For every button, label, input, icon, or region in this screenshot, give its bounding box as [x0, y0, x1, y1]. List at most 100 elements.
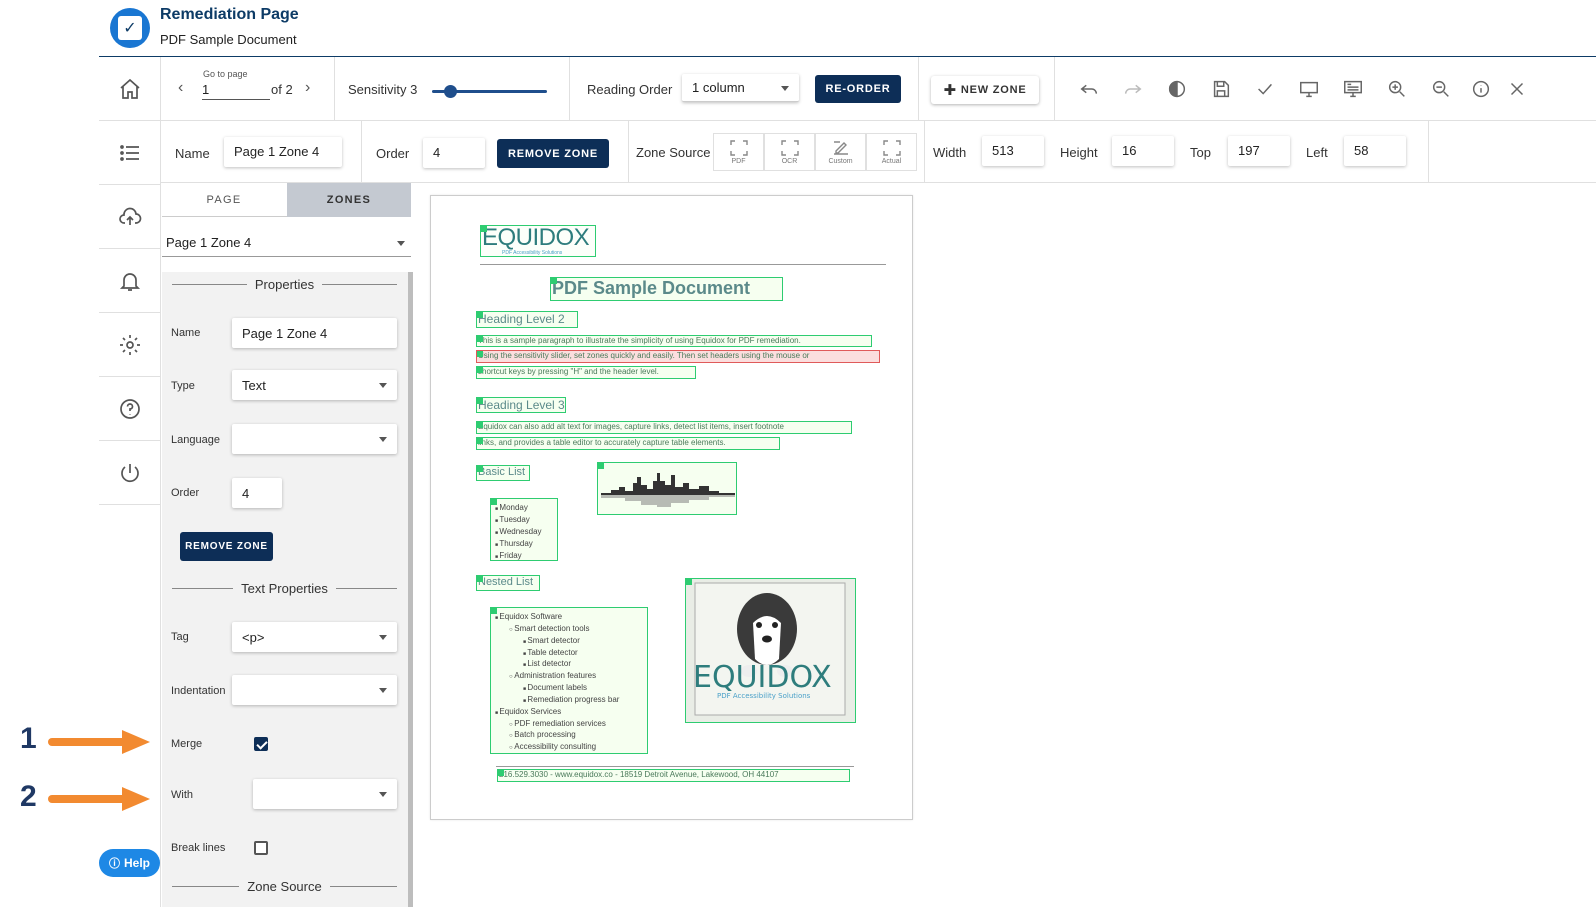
toolbar-divider	[569, 57, 570, 120]
redo-icon[interactable]	[1122, 78, 1144, 100]
left-input[interactable]: 58	[1344, 136, 1406, 166]
toolbar-divider	[1054, 57, 1055, 120]
toolbar-divider	[628, 121, 629, 182]
monitor-icon[interactable]	[1298, 78, 1320, 100]
panel-remove-zone-button[interactable]: REMOVE ZONE	[180, 532, 273, 561]
chevron-down-icon	[397, 240, 405, 246]
rail-notifications[interactable]	[99, 249, 161, 313]
zone-heading-2[interactable]: Heading Level 2	[476, 311, 578, 328]
zone-basic-list-heading[interactable]: Basic List	[476, 465, 530, 481]
zone-name-input[interactable]: Page 1 Zone 4	[224, 137, 342, 167]
zone-heading-3[interactable]: Heading Level 3	[476, 397, 566, 413]
rail-upload[interactable]	[99, 185, 161, 249]
rail-logout[interactable]	[99, 441, 161, 505]
list-item: Wednesday	[495, 526, 553, 538]
tab-zones[interactable]: ZONES	[287, 183, 411, 217]
list-item: Tuesday	[495, 514, 553, 526]
save-icon[interactable]	[1210, 78, 1232, 100]
panel-scrollbar[interactable]	[408, 272, 413, 907]
prop-with-label: With	[171, 789, 193, 801]
prop-type-select[interactable]: Text	[232, 370, 397, 400]
top-input[interactable]: 197	[1228, 136, 1290, 166]
zone-paragraph[interactable]: shortcut keys by pressing "H" and the he…	[476, 366, 696, 379]
gear-icon	[120, 334, 140, 355]
list-item: PDF remediation services	[495, 718, 643, 730]
source-ocr-button[interactable]: OCR	[764, 133, 815, 171]
source-actual-button[interactable]: Actual	[866, 133, 917, 171]
zone-paragraph[interactable]: This is a sample paragraph to illustrate…	[476, 335, 872, 347]
tab-page[interactable]: PAGE	[162, 183, 286, 217]
zoom-in-icon[interactable]	[1386, 78, 1408, 100]
height-input[interactable]: 16	[1112, 136, 1174, 166]
merge-checkbox[interactable]	[254, 737, 268, 751]
rail-help[interactable]	[99, 377, 161, 441]
zone-dog-image[interactable]: EQUIDOX PDF Accessibility Solutions	[685, 578, 856, 723]
list-item: List detector	[495, 658, 643, 670]
zone-logo[interactable]: EQUIDOX PDF Accessibility Solutions	[480, 225, 596, 257]
page-count: of 2	[271, 82, 293, 97]
prev-page-button[interactable]: ‹	[178, 79, 183, 97]
rail-settings[interactable]	[99, 313, 161, 377]
panel-tabs: PAGE ZONES	[162, 183, 411, 217]
info-icon[interactable]	[1470, 78, 1492, 100]
list-icon	[120, 144, 139, 161]
breaklines-checkbox[interactable]	[254, 841, 268, 855]
help-circle-icon	[120, 398, 140, 419]
sensitivity-slider-thumb[interactable]	[444, 85, 457, 98]
rail-home[interactable]	[99, 57, 161, 121]
zone-select[interactable]: Page 1 Zone 4	[162, 229, 411, 257]
left-label: Left	[1306, 145, 1328, 160]
go-to-page-label: Go to page	[203, 69, 248, 79]
zoom-out-icon[interactable]	[1430, 78, 1452, 100]
dog-image-tagline: PDF Accessibility Solutions	[717, 692, 811, 700]
reading-order-select[interactable]: 1 column	[682, 74, 799, 102]
zone-footer[interactable]: 216.529.3030 - www.equidox.co - 18519 De…	[497, 769, 850, 782]
scan-ocr-icon	[780, 139, 799, 156]
undo-icon[interactable]	[1078, 78, 1100, 100]
source-pdf-button[interactable]: PDF	[713, 133, 764, 171]
close-icon[interactable]	[1506, 78, 1528, 100]
preview-icon[interactable]	[1342, 78, 1364, 100]
next-page-button[interactable]: ›	[305, 79, 310, 97]
dog-image-logo-text: EQUIDOX	[693, 660, 832, 695]
top-label: Top	[1190, 145, 1211, 160]
text-properties-section-title: Text Properties	[172, 581, 398, 596]
zone-paragraph-selected[interactable]: Using the sensitivity slider, set zones …	[476, 350, 880, 363]
new-zone-button[interactable]: ✚ NEW ZONE	[931, 76, 1039, 104]
zone-title[interactable]: PDF Sample Document	[550, 277, 783, 301]
zone-order-input[interactable]: 4	[423, 138, 485, 168]
help-button[interactable]: ⓘ Help	[99, 849, 160, 877]
prop-order-input[interactable]: 4	[232, 478, 282, 508]
remove-zone-button[interactable]: REMOVE ZONE	[497, 139, 609, 168]
zone-select-value: Page 1 Zone 4	[166, 235, 252, 250]
contrast-icon[interactable]	[1166, 78, 1188, 100]
width-input[interactable]: 513	[982, 136, 1044, 166]
page-number-input[interactable]: 1	[202, 82, 270, 100]
prop-tag-select[interactable]: <p>	[232, 622, 397, 652]
prop-indentation-select[interactable]	[232, 675, 397, 705]
list-item: Monday	[495, 502, 553, 514]
list-item: Thursday	[495, 538, 553, 550]
document-subtitle: PDF Sample Document	[160, 32, 297, 47]
scan-actual-icon	[882, 139, 901, 156]
zone-skyline-image[interactable]	[597, 462, 737, 515]
rail-list[interactable]	[99, 121, 161, 185]
plus-icon: ✚	[943, 82, 957, 99]
prop-indentation-label: Indentation	[171, 685, 226, 697]
properties-title: Properties	[254, 277, 315, 292]
zone-basic-list[interactable]: Monday Tuesday Wednesday Thursday Friday	[490, 498, 558, 561]
check-icon[interactable]	[1254, 78, 1276, 100]
prop-language-select[interactable]	[232, 424, 397, 454]
source-custom-button[interactable]: Custom	[815, 133, 866, 171]
prop-with-select[interactable]	[253, 779, 397, 809]
prop-name-input[interactable]: Page 1 Zone 4	[232, 318, 397, 348]
zone-nested-list-heading[interactable]: Nested List	[476, 575, 540, 591]
list-item: Remediation progress bar	[495, 694, 643, 706]
prop-merge-label: Merge	[171, 738, 203, 750]
zone-nested-list[interactable]: Equidox Software Smart detection tools S…	[490, 607, 648, 754]
source-label: Actual	[881, 157, 902, 165]
zone-paragraph[interactable]: Equidox can also add alt text for images…	[476, 421, 852, 434]
reorder-button[interactable]: RE-ORDER	[815, 75, 901, 103]
zone-paragraph[interactable]: links, and provides a table editor to ac…	[476, 437, 780, 450]
properties-section-title: Properties	[172, 277, 397, 292]
